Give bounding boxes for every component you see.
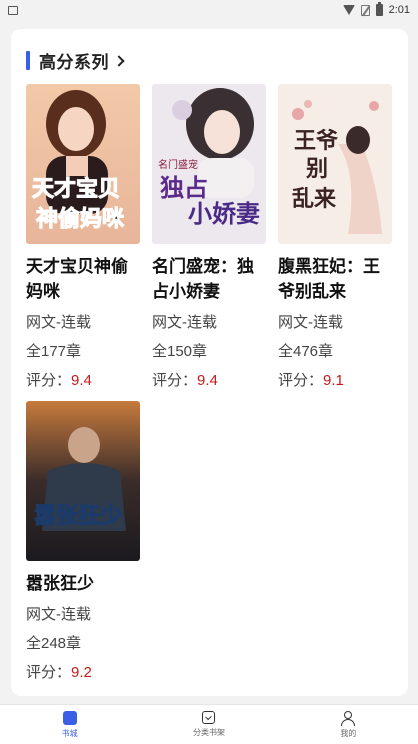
book-category: 网文-连载 [152,314,217,331]
book-cover[interactable]: 嚣张狂少 [26,401,140,561]
no-sim-icon [360,4,370,16]
user-icon[interactable] [341,710,356,726]
book-cover[interactable]: 名门盛宠 独占 小娇妻 [152,84,266,244]
book-cover[interactable]: 天才宝贝 神偷妈咪 [26,84,140,244]
section-title: 高分系列 [39,52,109,72]
svg-text:名门盛宠: 名门盛宠 [158,158,198,171]
bottom-nav: 书城 分类书架 我的 [0,704,418,744]
rating-value: 9.4 [197,372,218,389]
rating-label: 评分： [278,372,324,389]
rating-value: 9.2 [71,664,92,681]
rating-label: 评分： [26,372,72,389]
status-bar: 2:01 [0,0,418,20]
high-score-series-card: 高分系列 天才宝贝 神偷妈咪 天才宝贝神偷妈咪 网文-连载 全177章 评分：9… [11,29,408,696]
svg-text:神偷妈咪: 神偷妈咪 [36,206,125,232]
nav-item-shelf[interactable]: 分类书架 [139,705,278,744]
rating-value: 9.4 [71,372,92,389]
book-card[interactable]: 王爷 别 乱来 腹黑狂妃：王爷别乱来 网文-连载 全476章 评分：9.1 [278,84,392,391]
book-title[interactable]: 名门盛宠：独占小娇妻 [152,254,266,304]
book-chapters: 全248章 [26,635,82,652]
book-cover[interactable]: 王爷 别 乱来 [278,84,392,244]
status-indicators: 2:01 [342,2,410,16]
rating-label: 评分： [26,664,72,681]
svg-text:别: 别 [305,156,328,182]
book-chapters: 全150章 [152,343,208,360]
svg-text:王爷: 王爷 [294,128,339,154]
svg-text:天才宝贝: 天才宝贝 [32,176,120,202]
svg-text:乱来: 乱来 [292,186,337,212]
book-category: 网文-连载 [278,314,343,331]
svg-text:独占: 独占 [160,173,208,202]
section-accent-bar [26,50,30,70]
book-card[interactable]: 名门盛宠 独占 小娇妻 名门盛宠：独占小娇妻 网文-连载 全150章 评分：9.… [152,84,266,391]
nav-item-bookstore[interactable]: 书城 [0,705,139,744]
home-icon[interactable] [62,710,77,725]
nav-label: 书城 [61,728,78,738]
notification-icon [8,5,18,15]
nav-label: 分类书架 [192,728,225,737]
section-header[interactable]: 高分系列 [26,50,125,72]
battery-icon [375,2,383,16]
nav-label: 我的 [340,728,357,738]
svg-text:嚣张狂少: 嚣张狂少 [34,504,122,529]
book-card[interactable]: 天才宝贝 神偷妈咪 天才宝贝神偷妈咪 网文-连载 全177章 评分：9.4 [26,84,140,391]
chevron-right-icon[interactable] [113,54,125,67]
nav-item-mine[interactable]: 我的 [279,705,418,744]
book-rating: 评分：9.1 [278,370,392,391]
book-category: 网文-连载 [26,606,91,623]
book-rating: 评分：9.2 [26,662,140,683]
book-card[interactable]: 嚣张狂少 嚣张狂少 网文-连载 全248章 评分：9.2 [26,401,140,683]
book-rating: 评分：9.4 [26,370,140,391]
wifi-icon [342,5,355,15]
shelf-icon[interactable] [202,711,216,724]
book-rating: 评分：9.4 [152,370,266,391]
book-title[interactable]: 天才宝贝神偷妈咪 [26,254,140,304]
clock: 2:01 [388,4,410,16]
book-chapters: 全476章 [278,343,334,360]
book-title[interactable]: 嚣张狂少 [26,571,140,596]
book-category: 网文-连载 [26,314,91,331]
svg-text:小娇妻: 小娇妻 [188,199,260,228]
rating-value: 9.1 [323,372,344,389]
book-chapters: 全177章 [26,343,82,360]
book-title[interactable]: 腹黑狂妃：王爷别乱来 [278,254,392,304]
rating-label: 评分： [152,372,198,389]
